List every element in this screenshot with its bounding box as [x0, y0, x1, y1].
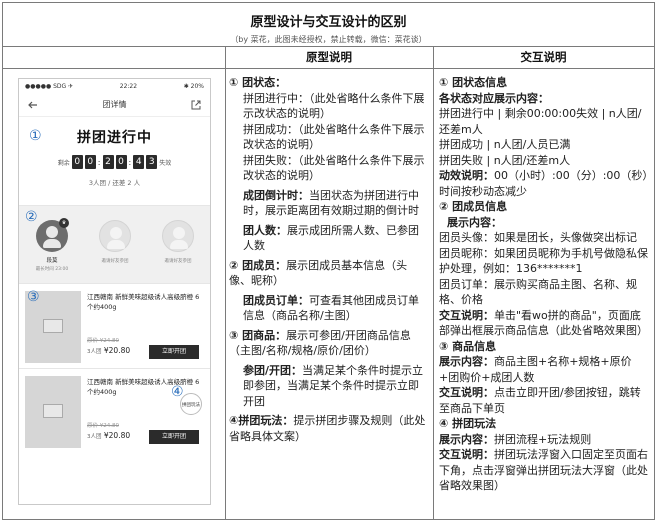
proto-countdown-label: 成团倒计时：: [243, 188, 309, 202]
member-sub: 最长时间 23:00: [35, 267, 69, 272]
member-invite: 邀请好友参团: [101, 259, 129, 264]
inter-s1-line: 拼团成功 | n人团/人员已满: [439, 138, 571, 151]
avatar: ♛: [36, 218, 69, 252]
header-prototype: 原型说明: [225, 47, 433, 69]
product-group-price: 3人团 ¥20.80: [87, 346, 131, 355]
image-placeholder-icon: [43, 319, 63, 333]
share-icon[interactable]: [190, 99, 202, 111]
inter-s4-title: ④ 拼团玩法: [439, 417, 497, 430]
inter-s2-title: ② 团成员信息: [439, 200, 508, 213]
start-group-button[interactable]: 立即开团: [149, 430, 199, 444]
proto-s3-title: ③ 团商品：: [229, 328, 287, 342]
proto-join-label: 参团/开团：: [243, 363, 303, 377]
inter-s3-title: ③ 商品信息: [439, 339, 497, 353]
inter-s2-line: 团员昵称：如果团员昵称为手机号做隐私保护处理，例如：136*******1: [439, 246, 648, 276]
status-bar: ●●●●● SDG ✈ 22:22 ✱ 20%: [19, 79, 210, 93]
group-status-section: ① 拼团进行中 剩余 0 0 : 2 0 : 4 3 失效 3人团 / 还差 2…: [19, 117, 210, 205]
product-name: 江西赣南 新鲜美味超级诱人高级脐橙 6个约400g: [87, 293, 200, 311]
product-card: 江西赣南 新鲜美味超级诱人高级脐橙 6个约400g ④ 拼团玩法 原价 ¥24.…: [19, 368, 210, 453]
countdown-digit: 4: [133, 155, 145, 169]
inter-s4-show-label: 展示内容：: [439, 432, 494, 446]
countdown-prefix: 剩余: [57, 159, 70, 167]
countdown-suffix: 失效: [159, 159, 172, 167]
group-status: 拼团进行中: [77, 130, 152, 146]
prototype-notes: ① 团状态： 拼团进行中：（此处省略什么条件下展示改状态的说明） 拼团成功：（此…: [229, 75, 429, 444]
inter-anim-label: 动效说明：: [439, 169, 494, 182]
phone-mockup: ●●●●● SDG ✈ 22:22 ✱ 20% 团详情 ① 拼团进行中 剩余 0…: [18, 78, 211, 505]
inter-s2-sub: 展示内容：: [447, 215, 502, 229]
countdown-digit: 0: [115, 155, 127, 169]
member-empty[interactable]: 邀请好友参团: [90, 220, 140, 264]
column-divider: [433, 47, 434, 519]
page-title: 原型设计与交互设计的区别: [250, 15, 407, 30]
product-card: ③ 江西赣南 新鲜美味超级诱人高级脐橙 6个约400g 原价 ¥24.80 3人…: [19, 283, 210, 368]
product-group-price: 3人团 ¥20.80: [87, 431, 131, 440]
battery-indicator: ✱ 20%: [183, 82, 204, 90]
countdown-digit: 0: [84, 155, 96, 169]
page-subtitle: （by 菜花，此图未经授权，禁止转载，微信：菜花谈）: [230, 35, 427, 44]
countdown-digit: 0: [71, 155, 83, 169]
inter-s1-title: ① 团状态信息: [439, 76, 508, 89]
marker-1-icon: ①: [29, 128, 42, 144]
countdown-digit: 3: [146, 155, 158, 169]
member-invite: 邀请好友参团: [164, 259, 192, 264]
marker-3-icon: ③: [27, 289, 40, 305]
people-count: 3人团 / 还差 2 人: [88, 179, 141, 187]
status-time: 22:22: [119, 82, 138, 90]
inter-s2-line: 团员订单：展示购买商品主图、名称、规格、价格: [439, 277, 637, 307]
header-blank: [3, 47, 225, 69]
countdown: 剩余 0 0 : 2 0 : 4 3 失效: [57, 155, 172, 169]
avatar: [162, 220, 194, 252]
inter-s1-line: 拼团失败 | n人团/还差m人: [439, 153, 571, 167]
title-block: 原型设计与交互设计的区别 （by 菜花，此图未经授权，禁止转载，微信：菜花谈）: [3, 3, 654, 47]
countdown-digit: 2: [102, 155, 114, 169]
proto-s2-title: ② 团成员：: [229, 258, 287, 272]
member-empty[interactable]: 邀请好友参团: [153, 220, 203, 264]
proto-s1-title: ① 团状态：: [229, 76, 287, 89]
product-image: [25, 376, 81, 448]
member-name: 段莫: [46, 258, 58, 264]
inter-s3-show-label: 展示内容：: [439, 355, 494, 368]
proto-s1-line: 拼团成功：（此处省略什么条件下展示改状态的说明）: [243, 122, 425, 152]
inter-s4-show-text: 拼团流程+玩法规则: [494, 432, 592, 446]
header-interaction: 交互说明: [433, 47, 654, 69]
inter-s2-inter-label: 交互说明：: [439, 308, 494, 322]
proto-members-label: 团人数：: [243, 223, 287, 237]
nav-bar: 团详情: [19, 93, 210, 117]
inter-s4-inter-label: 交互说明：: [439, 448, 494, 461]
inter-s3-inter-label: 交互说明：: [439, 386, 494, 399]
start-group-button[interactable]: 立即开团: [149, 345, 199, 359]
crown-icon: ♛: [59, 218, 69, 228]
members-section: ② ♛ 段莫 最长时间 23:00 邀请好友参团 邀请好友参团: [19, 205, 210, 283]
interaction-notes: ① 团状态信息 各状态对应展示内容： 拼团进行中 | 剩余00:00:00失效 …: [439, 75, 651, 494]
column-divider: [225, 47, 226, 519]
image-placeholder-icon: [43, 404, 63, 418]
proto-order-label: 团成员订单：: [243, 293, 309, 307]
proto-s4-title: ④拼团玩法：: [229, 414, 294, 427]
play-rules-float-button[interactable]: 拼团玩法: [180, 393, 202, 415]
product-old-price: 原价 ¥24.80: [87, 423, 119, 429]
back-arrow-icon[interactable]: [27, 99, 39, 111]
inter-s1-line: 拼团进行中 | 剩余00:00:00失效 | n人团/还差m人: [439, 107, 642, 136]
proto-s1-line: 拼团进行中：（此处省略什么条件下展示改状态的说明）: [243, 91, 425, 121]
proto-s1-line: 拼团失败：（此处省略什么条件下展示改状态的说明）: [243, 153, 425, 183]
nav-title: 团详情: [102, 100, 127, 109]
product-old-price: 原价 ¥24.80: [87, 338, 119, 344]
inter-s2-line: 团员头像：如果是团长，头像做突出标记: [439, 231, 637, 244]
avatar: [99, 220, 131, 252]
inter-s1-sub: 各状态对应展示内容：: [439, 91, 549, 105]
member-leader[interactable]: ♛ 段莫 最长时间 23:00: [27, 218, 77, 272]
signal-indicator: ●●●●● SDG ✈: [25, 82, 74, 90]
